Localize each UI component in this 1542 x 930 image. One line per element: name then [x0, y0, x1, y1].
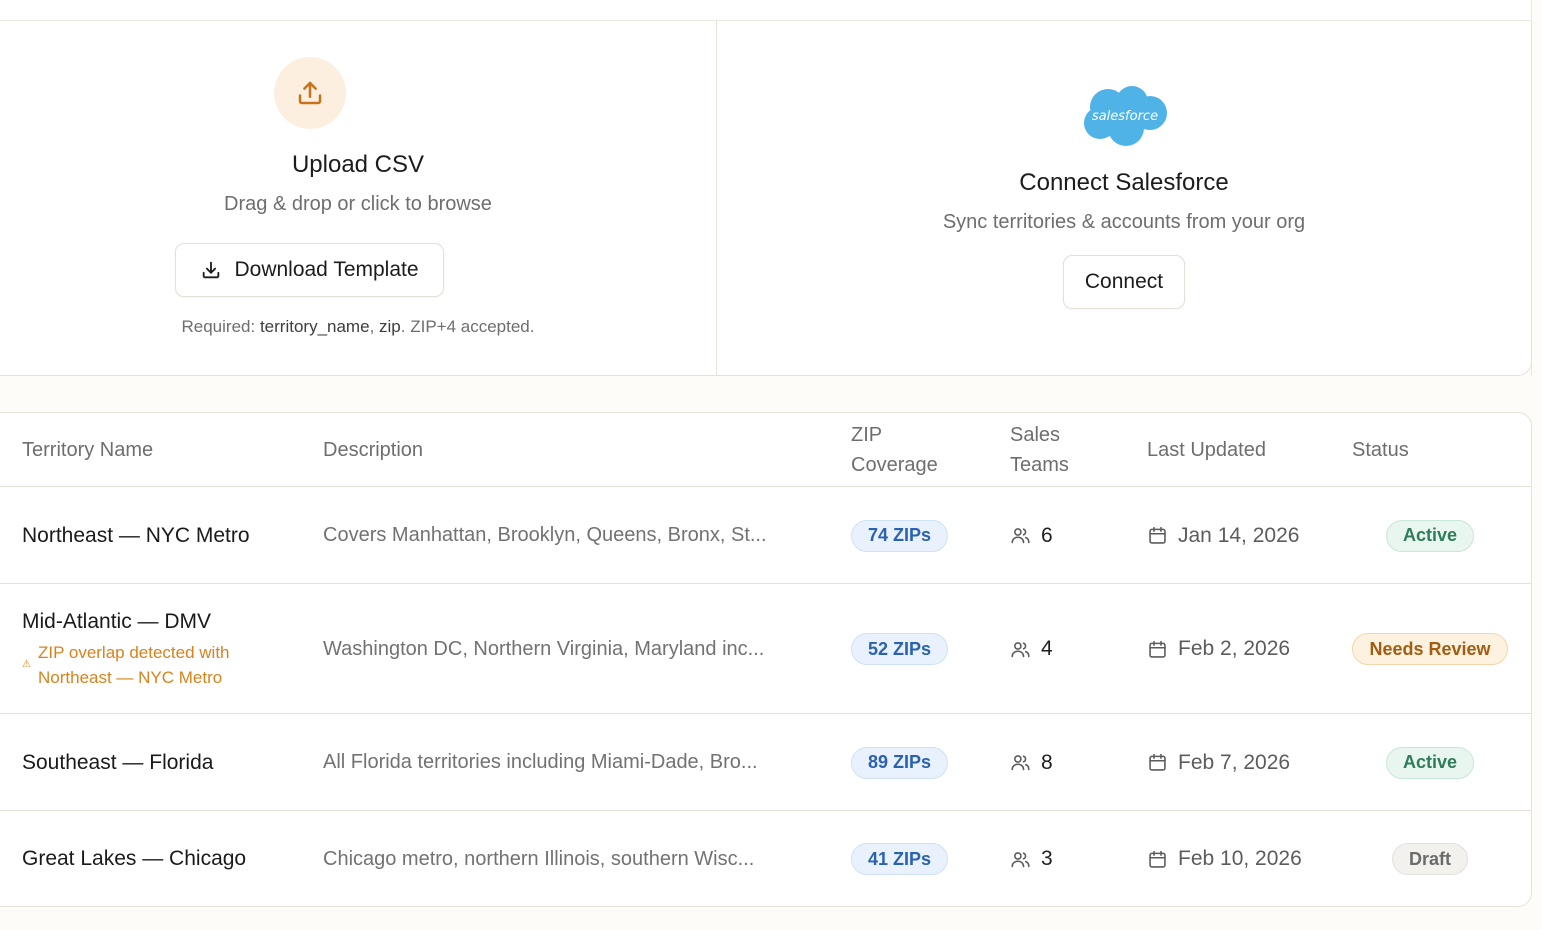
table-header: Territory Name Description ZIP Coverage …	[0, 413, 1531, 487]
upload-csv-title: Upload CSV	[291, 151, 425, 178]
download-icon	[203, 261, 220, 279]
sales-teams-count: 6	[1010, 487, 1053, 584]
territory-description: Covers Manhattan, Brooklyn, Queens, Bron…	[323, 524, 767, 546]
salesforce-logo: salesforce	[1084, 86, 1167, 146]
connect-salesforce-card: salesforce Connect Salesforce Sync terri…	[717, 21, 1531, 375]
territory-table: Territory Name Description ZIP Coverage …	[0, 412, 1532, 907]
required-field-territory-name: territory_name	[259, 317, 370, 336]
zip-coverage-badge[interactable]: 52 ZIPs	[851, 633, 949, 665]
sales-teams-count: 8	[1010, 714, 1053, 811]
status-badge: Active	[1385, 519, 1475, 552]
status-badge: Active	[1385, 746, 1475, 779]
table-row[interactable]: Northeast — NYC Metro Covers Manhattan, …	[0, 487, 1531, 584]
territory-name[interactable]: Southeast — Florida	[22, 714, 213, 811]
top-strip	[0, 0, 1532, 21]
territory-description: Chicago metro, northern Illinois, southe…	[323, 847, 755, 870]
table-row[interactable]: Great Lakes — Chicago Chicago metro, nor…	[0, 811, 1531, 907]
column-header-territory-name[interactable]: Territory Name	[22, 435, 153, 465]
zip-coverage-badge[interactable]: 74 ZIPs	[851, 519, 949, 552]
zip-coverage-badge[interactable]: 89 ZIPs	[851, 746, 949, 779]
table-row[interactable]: Mid-Atlantic — DMV ⚠ ZIP overlap detecte…	[0, 584, 1531, 714]
territory-name[interactable]: Mid-Atlantic — DMV	[22, 610, 211, 634]
calendar-icon	[1149, 640, 1166, 658]
territory-name[interactable]: Great Lakes — Chicago	[22, 811, 246, 907]
warning-icon: ⚠	[22, 659, 31, 670]
import-panel: Upload CSV Drag & drop or click to brows…	[0, 21, 1532, 376]
column-header-last-updated[interactable]: Last Updated	[1147, 435, 1266, 465]
users-icon	[1011, 755, 1030, 771]
territory-name[interactable]: Northeast — NYC Metro	[22, 487, 250, 584]
calendar-icon	[1149, 526, 1166, 544]
connect-salesforce-subtitle: Sync territories & accounts from your or…	[942, 211, 1306, 233]
territory-description: All Florida territories including Miami-…	[323, 751, 758, 773]
table-row[interactable]: Southeast — Florida All Florida territor…	[0, 714, 1531, 811]
column-header-description[interactable]: Description	[323, 435, 423, 465]
users-icon	[1011, 851, 1030, 867]
calendar-icon	[1149, 850, 1166, 868]
status-badge: Draft	[1391, 843, 1468, 875]
svg-text:salesforce: salesforce	[1092, 109, 1158, 124]
calendar-icon	[1149, 753, 1166, 771]
last-updated: Feb 7, 2026	[1147, 714, 1290, 811]
column-header-status[interactable]: Status	[1352, 435, 1409, 465]
last-updated: Feb 10, 2026	[1147, 811, 1302, 907]
users-icon	[1011, 528, 1030, 544]
last-updated: Jan 14, 2026	[1147, 487, 1299, 584]
required-field-zip: zip	[379, 317, 401, 336]
download-template-label: Download Template	[234, 258, 419, 281]
download-template-button[interactable]: Download Template	[175, 243, 444, 297]
status-badge: Needs Review	[1352, 633, 1508, 665]
column-header-zip-coverage[interactable]: ZIP Coverage	[851, 420, 938, 480]
upload-csv-dropzone[interactable]: Upload CSV Drag & drop or click to brows…	[0, 21, 717, 375]
users-icon	[1011, 641, 1030, 657]
sales-teams-count: 3	[1010, 811, 1053, 907]
sales-teams-count: 4	[1010, 584, 1053, 714]
last-updated: Feb 2, 2026	[1147, 584, 1290, 714]
zip-coverage-badge[interactable]: 41 ZIPs	[851, 843, 949, 875]
csv-requirements-note: Required: territory_name, zip. ZIP+4 acc…	[181, 317, 535, 336]
connect-salesforce-title: Connect Salesforce	[1019, 169, 1229, 196]
upload-icon	[274, 57, 346, 129]
territory-description: Washington DC, Northern Virginia, Maryla…	[323, 637, 765, 660]
connect-button[interactable]: Connect	[1063, 255, 1185, 309]
column-header-sales-teams[interactable]: Sales Teams	[1010, 420, 1069, 480]
upload-csv-subtitle: Drag & drop or click to browse	[224, 193, 492, 215]
